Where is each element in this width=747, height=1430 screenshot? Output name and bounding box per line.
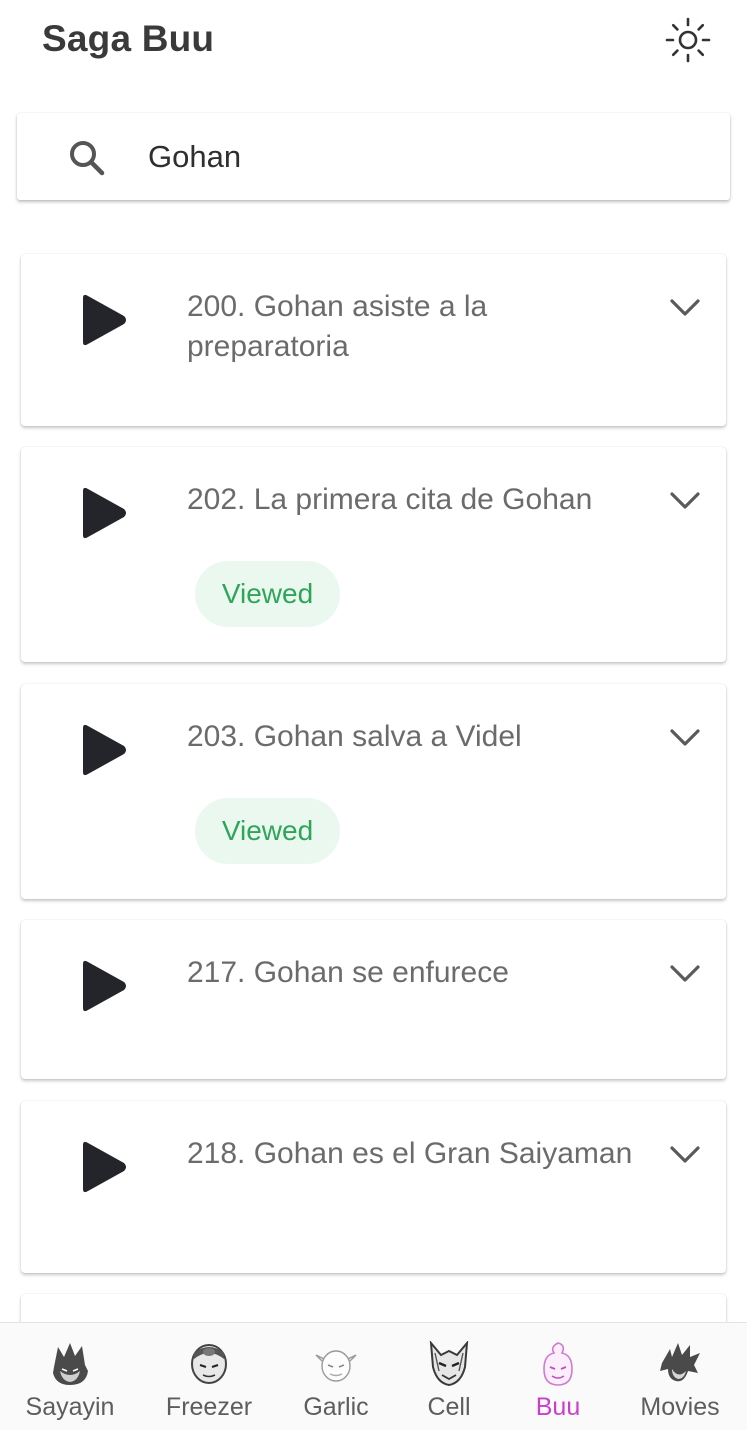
viewed-badge: Viewed [195, 798, 340, 864]
play-icon[interactable] [79, 958, 129, 1014]
vegeta-icon [53, 1343, 88, 1385]
goku-icon [660, 1343, 700, 1382]
nav-label: Garlic [303, 1393, 369, 1421]
nav-label: Freezer [165, 1393, 253, 1421]
app-header: Saga Buu [0, 0, 747, 82]
chevron-down-icon[interactable] [669, 298, 701, 318]
episode-title: 217. Gohan se enfurece [187, 956, 509, 989]
sun-icon [665, 17, 711, 63]
page-title: Saga Buu [42, 18, 215, 59]
nav-item-freezer[interactable]: Freezer [160, 1323, 258, 1430]
episode-card[interactable]: 217. Gohan se enfurece [21, 920, 726, 1079]
episode-card[interactable]: 200. Gohan asiste a la preparatoria [21, 254, 726, 426]
episode-title: 218. Gohan es el Gran Saiyaman [187, 1137, 633, 1170]
search-icon [70, 141, 105, 176]
episode-card[interactable]: 218. Gohan es el Gran Saiyaman [21, 1101, 726, 1273]
nav-label: Movies [640, 1393, 720, 1421]
nav-label: Buu [535, 1393, 581, 1421]
play-icon[interactable] [79, 1139, 129, 1195]
play-icon[interactable] [79, 722, 129, 778]
app: 200. Gohan asiste a la preparatoria 202.… [0, 0, 747, 1430]
search-input[interactable] [148, 131, 688, 183]
freezer-icon [191, 1344, 227, 1384]
nav-item-movies[interactable]: Movies [634, 1323, 726, 1430]
garlic-icon [315, 1350, 357, 1382]
theme-toggle-button[interactable] [662, 14, 714, 66]
viewed-badge: Viewed [195, 561, 340, 627]
nav-item-sayayin[interactable]: Sayayin [20, 1323, 120, 1430]
nav-label: Sayayin [25, 1393, 115, 1421]
chevron-down-icon[interactable] [669, 964, 701, 984]
nav-item-buu[interactable]: Buu [530, 1323, 586, 1430]
play-icon[interactable] [79, 292, 129, 348]
episode-title: 203. Gohan salva a Videl [187, 720, 522, 753]
episode-title: 200. Gohan asiste a la preparatoria [187, 290, 488, 363]
buu-icon [543, 1342, 573, 1386]
nav-item-cell[interactable]: Cell [418, 1323, 480, 1430]
play-icon[interactable] [79, 485, 129, 541]
search-bar[interactable] [17, 113, 730, 200]
chevron-down-icon[interactable] [669, 491, 701, 511]
bottom-navigation: Sayayin Freezer Garlic Cell Buu Movies [0, 1322, 747, 1430]
episode-card[interactable]: 203. Gohan salva a Videl Viewed [21, 684, 726, 899]
episode-card[interactable]: 202. La primera cita de Gohan Viewed [21, 447, 726, 662]
cell-icon [429, 1341, 469, 1387]
chevron-down-icon[interactable] [669, 1145, 701, 1165]
episode-card[interactable] [21, 1294, 726, 1322]
nav-item-garlic[interactable]: Garlic [296, 1323, 376, 1430]
chevron-down-icon[interactable] [669, 728, 701, 748]
episode-title: 202. La primera cita de Gohan [187, 483, 593, 516]
nav-label: Cell [427, 1393, 471, 1421]
